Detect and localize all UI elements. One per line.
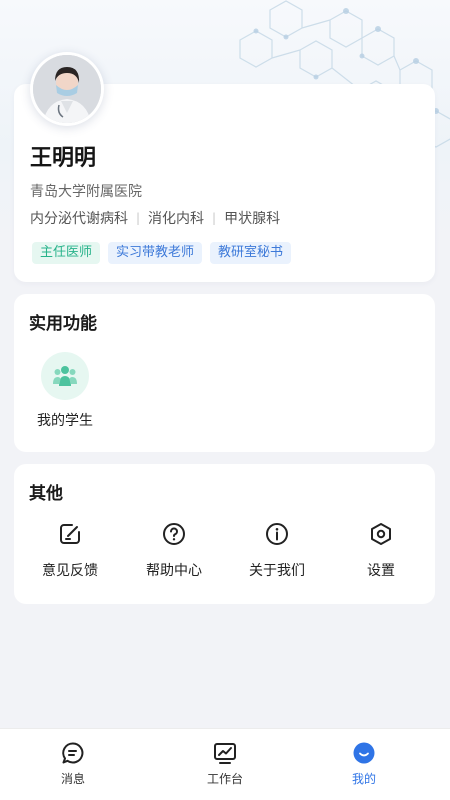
settings-icon (371, 523, 391, 545)
settings-label: 设置 (367, 563, 395, 579)
doctor-portrait-image (33, 55, 101, 123)
my-students-label: 我的学生 (37, 413, 93, 429)
feedback-button[interactable]: 意见反馈 (30, 522, 110, 580)
tab-workbench-label: 工作台 (206, 772, 243, 786)
about-us-label: 关于我们 (249, 563, 305, 579)
tab-workbench[interactable]: 工作台 (185, 741, 265, 787)
features-card: 实用功能 我的学生 (14, 294, 435, 452)
help-icon (163, 523, 185, 545)
title-tag: 实习带教老师 (108, 242, 203, 264)
tab-messages[interactable]: 消息 (33, 741, 113, 787)
my-students-button[interactable]: 我的学生 (37, 352, 93, 430)
tab-mine-label: 我的 (351, 772, 376, 786)
hospital-name: 青岛大学附属医院 (30, 184, 142, 200)
title-tag: 主任医师 (32, 242, 101, 264)
others-card: 其他 意见反馈 帮助中心 关于我们 设置 (14, 464, 435, 604)
department-divider: | (136, 211, 141, 225)
students-icon (41, 352, 89, 400)
help-center-button[interactable]: 帮助中心 (134, 522, 214, 580)
feedback-label: 意见反馈 (42, 563, 98, 579)
others-title: 其他 (29, 484, 63, 504)
about-us-button[interactable]: 关于我们 (237, 522, 317, 580)
tab-messages-label: 消息 (60, 772, 85, 786)
settings-button[interactable]: 设置 (341, 522, 421, 580)
message-icon (62, 742, 84, 764)
tab-mine[interactable]: 我的 (324, 741, 404, 787)
profile-icon (353, 742, 375, 764)
help-center-label: 帮助中心 (146, 563, 202, 579)
title-tags: 主任医师 实习带教老师 教研室秘书 (32, 242, 292, 264)
features-title: 实用功能 (29, 314, 97, 334)
department-divider: | (212, 211, 217, 225)
bottom-tab-bar: 消息 工作台 我的 (0, 728, 450, 800)
dashboard-icon (214, 743, 236, 764)
department-item: 甲状腺科 (224, 211, 281, 227)
feedback-icon (60, 524, 80, 544)
department-list: 内分泌代谢病科 | 消化内科 | 甲状腺科 (30, 208, 280, 228)
title-tag: 教研室秘书 (210, 242, 292, 264)
department-item: 内分泌代谢病科 (30, 211, 128, 227)
department-item: 消化内科 (148, 211, 205, 227)
avatar[interactable] (30, 52, 104, 126)
doctor-name: 王明明 (30, 146, 97, 171)
info-icon (266, 523, 288, 545)
